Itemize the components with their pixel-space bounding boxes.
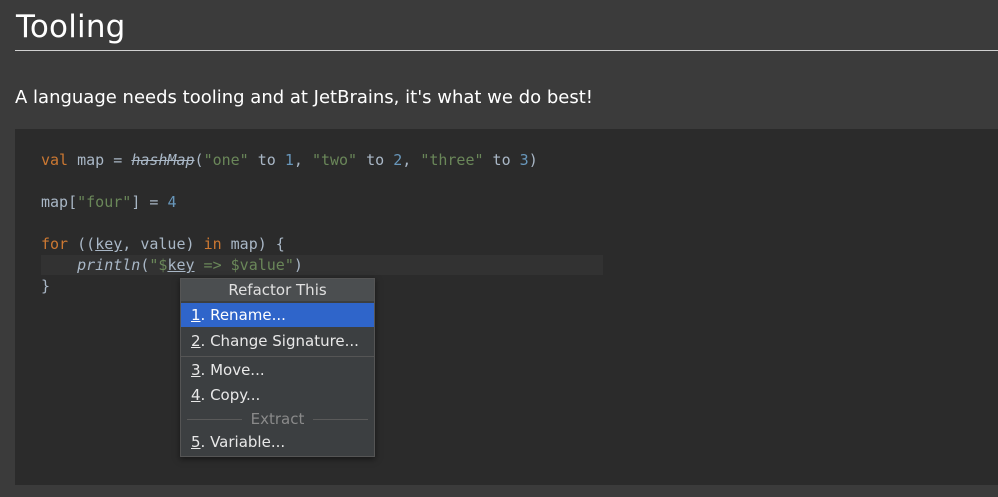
string-literal: "$ [149,256,168,274]
menu-separator [181,356,374,357]
menu-item-move[interactable]: 3. Move... [181,358,374,382]
mnemonic: 1 [191,306,201,324]
code-line-4: println("$key => $value") [41,255,303,275]
code-text: (( [68,235,96,253]
code-line-2: map["four"] = 4 [41,192,176,212]
keyword-val: val [41,151,69,169]
menu-item-label: . Copy... [200,386,261,404]
menu-item-variable[interactable]: 5. Variable... [181,430,374,454]
number-literal: 4 [167,193,177,211]
key-identifier: key [167,256,195,274]
string-literal: "two" [311,151,358,169]
number-literal: 3 [519,151,529,169]
code-text: map) { [221,235,285,253]
code-text: to [483,151,520,169]
keyword-for: for [41,235,69,253]
string-literal: => [194,256,231,274]
code-text: , [402,151,421,169]
mnemonic: 3 [191,361,201,379]
code-text: ] = [131,193,168,211]
menu-group-extract: Extract [250,410,305,428]
code-text: to [248,151,285,169]
number-literal: 2 [393,151,403,169]
number-literal: 1 [284,151,294,169]
code-panel [15,129,998,485]
menu-item-label: . Rename... [200,306,286,324]
code-text: to [357,151,394,169]
menu-item-change-signature[interactable]: 2. Change Signature... [181,329,374,353]
mnemonic: 2 [191,332,201,350]
title-divider [15,50,998,51]
code-text: ) [528,151,538,169]
string-literal: "one" [203,151,249,169]
menu-item-copy[interactable]: 4. Copy... [181,383,374,407]
menu-item-label: . Change Signature... [200,332,359,350]
code-line-1: val map = hashMap("one" to 1, "two" to 2… [41,150,538,170]
code-text: ) [293,256,303,274]
refactor-popup-menu: Refactor This 1. Rename... 2. Change Sig… [180,278,375,457]
keyword-in: in [203,235,222,253]
string-literal: $value" [230,256,294,274]
key-identifier: key [95,235,123,253]
menu-item-rename[interactable]: 1. Rename... [181,303,374,327]
mnemonic: 4 [191,386,201,404]
mnemonic: 5 [191,433,201,451]
code-line-3: for ((key, value) in map) { [41,234,285,254]
menu-item-label: . Variable... [200,433,286,451]
string-literal: "four" [77,193,132,211]
code-line-5: } [41,277,51,295]
menu-title: Refactor This [181,279,374,301]
code-text: map = [68,151,132,169]
code-text: , [293,151,312,169]
deprecated-function: hashMap [131,151,195,169]
string-literal: "three" [420,151,484,169]
code-text: ( [194,151,204,169]
code-text: , value) [122,235,204,253]
intro-text: A language needs tooling and at JetBrain… [15,87,594,108]
function-call: println [77,256,141,274]
code-text: map[ [41,193,78,211]
menu-item-label: . Move... [200,361,265,379]
section-title: Tooling [16,9,126,45]
